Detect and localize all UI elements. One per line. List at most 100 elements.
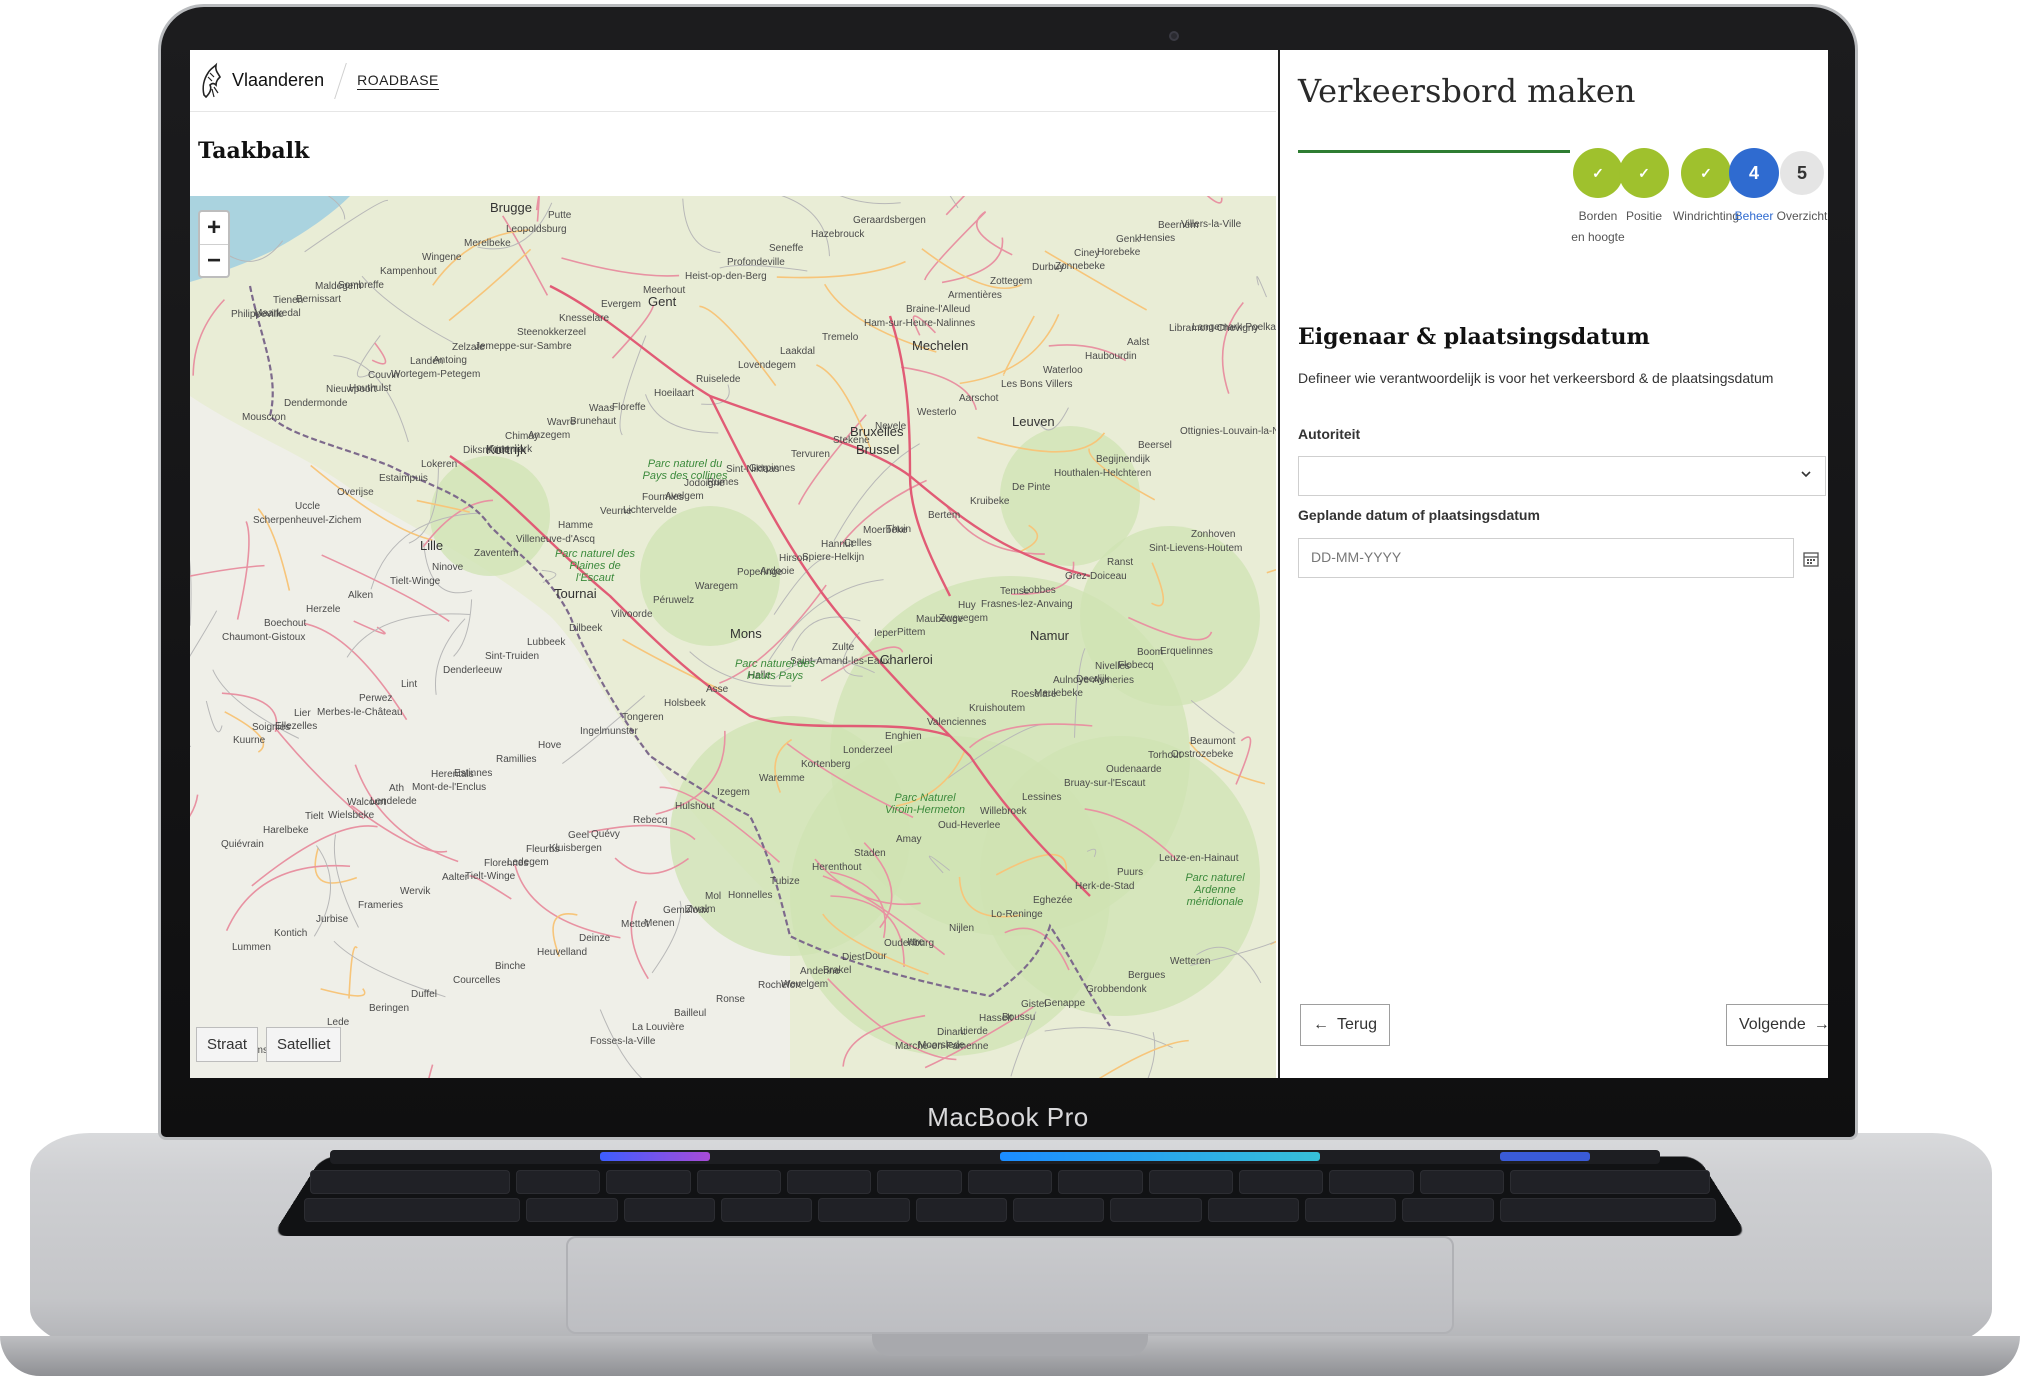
- map-place-label: Lier: [294, 708, 311, 719]
- map-place-label: Zulte: [832, 642, 855, 653]
- map-place-label: Lovendegem: [738, 360, 796, 371]
- map-place-label: Leuven: [1012, 414, 1055, 429]
- map-place-label: Kortenberg: [801, 759, 851, 770]
- road-line: [192, 299, 225, 376]
- map-place-label: Uccle: [295, 501, 321, 512]
- map-place-label: Waas: [589, 403, 615, 414]
- map-place-label: Tervuren: [791, 449, 830, 460]
- touch-bar-segment: [1500, 1152, 1590, 1161]
- map-place-label: Bertem: [928, 510, 961, 521]
- map-place-label: Eghezée: [1033, 895, 1073, 906]
- zoom-control: + −: [198, 210, 230, 278]
- road-line: [535, 196, 540, 222]
- map-view[interactable]: Brugge Gent Bruxelles Brussel Lille Mons Charl…: [190, 196, 1276, 1078]
- map-place-label: Houthulst: [349, 383, 392, 394]
- map-place-label: Herenthout: [812, 862, 862, 873]
- map-place-label: Staden: [854, 848, 886, 859]
- map-place-label: Tielt-Winge: [465, 871, 516, 882]
- map-place-label: Wingene: [422, 252, 462, 263]
- map-place-label: Geel: [568, 830, 590, 841]
- road-line: [949, 196, 959, 209]
- taskbar-title: Taakbalk: [198, 138, 310, 164]
- step-label: Positie: [1625, 209, 1663, 223]
- map-place-label: Bernissart: [296, 294, 342, 305]
- back-button-label: Terug: [1337, 1016, 1378, 1033]
- map-place-label: Heuvelland: [537, 947, 588, 958]
- step-label: Overzicht: [1776, 209, 1828, 223]
- authority-select[interactable]: [1298, 456, 1826, 496]
- map-place-label: Beaumont: [1190, 736, 1236, 747]
- map-place-label: Asse: [706, 684, 729, 695]
- map-place-label: Armentières: [948, 290, 1002, 301]
- map-place-label: Kontich: [274, 928, 308, 939]
- map-place-label: Gent: [648, 294, 677, 309]
- map-place-label: Enghien: [885, 731, 922, 742]
- map-place-label: Overijse: [337, 487, 374, 498]
- map-place-label: Westerlo: [917, 407, 957, 418]
- road-line: [1044, 250, 1148, 311]
- layer-switcher: Straat Satelliet: [196, 1027, 342, 1062]
- map-place-label: Alken: [348, 590, 374, 601]
- map-place-label: Tielt: [305, 811, 324, 822]
- road-line: [1221, 302, 1244, 394]
- map-place-label: Geraardsbergen: [853, 215, 926, 226]
- layer-satellite-button[interactable]: Satelliet: [266, 1027, 342, 1062]
- zoom-out-button[interactable]: −: [200, 244, 228, 276]
- map-place-label: Zaventem: [474, 548, 519, 559]
- map-place-label: Merbes-le-Château: [317, 707, 403, 718]
- map-place-label: Bruay-sur-l'Escaut: [1064, 778, 1146, 789]
- map-place-label: Lichtervelde: [623, 505, 677, 516]
- map-place-label: Deinze: [579, 933, 611, 944]
- touch-bar: [330, 1150, 1660, 1164]
- map-park-label: Parc naturel Ardenne méridionale: [1185, 872, 1245, 908]
- map-place-label: Péruwelz: [653, 595, 695, 606]
- road-line: [371, 342, 387, 365]
- keyboard: [272, 1156, 1748, 1237]
- map-place-label: Sint-Lievens-Houtem: [1149, 543, 1243, 554]
- road-line: [619, 335, 647, 436]
- map-place-label: Estaimpuis: [379, 473, 428, 484]
- map-place-label: Bergues: [1128, 970, 1166, 981]
- date-input[interactable]: DD-MM-YYYY: [1298, 538, 1794, 578]
- map-place-label: Tournai: [554, 586, 597, 601]
- map-place-label: Brugge: [490, 200, 532, 215]
- touch-bar-segment: [1000, 1152, 1320, 1161]
- map-place-label: Ciney: [1074, 248, 1100, 259]
- road-line: [1098, 1039, 1189, 1078]
- check-icon: ✓: [1619, 148, 1669, 198]
- map-place-label: Erquelinnes: [1160, 646, 1213, 657]
- map-place-label: Harelbeke: [263, 825, 309, 836]
- road-line: [975, 210, 1013, 256]
- brand-name[interactable]: Vlaanderen: [232, 70, 324, 91]
- map-place-label: Wetteren: [1170, 956, 1211, 967]
- map-place-label: Lendelede: [370, 796, 417, 807]
- map-place-label: Frameries: [358, 900, 404, 911]
- map-place-label: Profondeville: [727, 257, 785, 268]
- map-place-label: Quévy: [591, 829, 620, 840]
- map-place-label: Hazebrouck: [811, 229, 865, 240]
- map-place-label: Genk: [1116, 234, 1140, 245]
- step-overzicht[interactable]: 5 Overzicht: [1772, 148, 1828, 227]
- step-positie[interactable]: ✓ Positie: [1614, 148, 1674, 227]
- map-place-label: Brakel: [823, 965, 852, 976]
- step-number: 5: [1780, 151, 1824, 195]
- next-button[interactable]: Volgende →: [1726, 1004, 1828, 1046]
- layer-street-button[interactable]: Straat: [196, 1027, 259, 1062]
- section-description: Defineer wie verantwoordelijk is voor he…: [1298, 370, 1774, 386]
- map-place-label: Celles: [844, 538, 872, 549]
- map-place-label: Waregem: [695, 581, 738, 592]
- map-place-label: Flobecq: [1118, 660, 1154, 671]
- map-place-label: Sint-Truiden: [485, 651, 540, 662]
- zoom-in-button[interactable]: +: [200, 212, 228, 244]
- key-row: [304, 1198, 1717, 1222]
- road-line: [1266, 569, 1276, 574]
- map-place-label: Mons: [730, 626, 762, 641]
- map-place-label: Houthalen-Helchteren: [1054, 468, 1152, 479]
- calendar-icon[interactable]: [1800, 548, 1822, 570]
- map-place-label: Stekene: [833, 435, 870, 446]
- form-panel: Verkeersbord maken ✓ Borden en hoogte ✓ …: [1278, 50, 1828, 1078]
- flemish-lion-logo-icon: [202, 62, 221, 98]
- app-name-link[interactable]: ROADBASE: [357, 72, 439, 90]
- road-line: [1002, 315, 1035, 376]
- back-button[interactable]: ← Terug: [1300, 1004, 1391, 1046]
